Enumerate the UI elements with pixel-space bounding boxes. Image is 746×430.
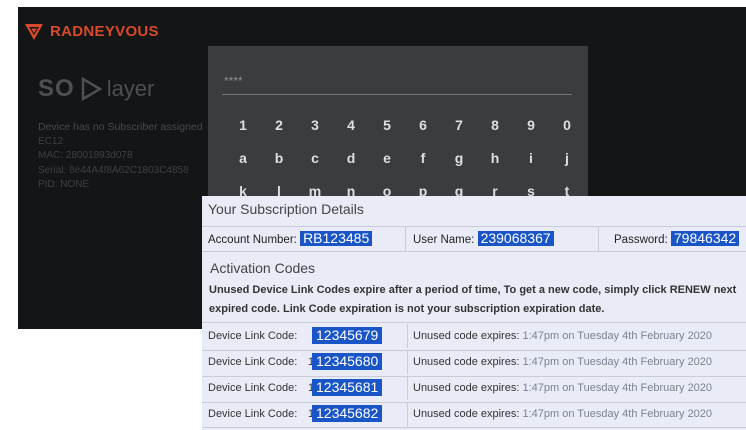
key[interactable]: g bbox=[446, 145, 472, 171]
app-logo: SO layer bbox=[38, 75, 154, 103]
key[interactable]: 9 bbox=[518, 112, 544, 138]
expiry-label: Unused code expires: bbox=[413, 356, 520, 368]
user-name-value: 239068367 bbox=[477, 231, 554, 246]
account-number-field: Account Number: RB123485 bbox=[208, 231, 373, 246]
code-expiry: Unused code expires: 1:47pm on Tuesday 4… bbox=[413, 408, 712, 420]
subscription-panel: Your Subscription Details Account Number… bbox=[202, 196, 746, 430]
expiry-value: 1:47pm on Tuesday 4th February 2020 bbox=[522, 356, 713, 368]
device-info: Device has no Subscriber assigned EC12 M… bbox=[38, 120, 228, 193]
key[interactable]: f bbox=[410, 145, 436, 171]
keyboard-row-letters-1: a b c d e f g h i j bbox=[230, 145, 590, 171]
expiry-label: Unused code expires: bbox=[413, 382, 520, 394]
expiry-value: 1:47pm on Tuesday 4th February 2020 bbox=[522, 330, 713, 342]
key[interactable]: 1 bbox=[230, 112, 256, 138]
key[interactable]: 3 bbox=[302, 112, 328, 138]
panel-title: Your Subscription Details bbox=[208, 201, 364, 217]
key[interactable]: a bbox=[230, 145, 256, 171]
key[interactable]: 7 bbox=[446, 112, 472, 138]
key[interactable]: 5 bbox=[374, 112, 400, 138]
account-number-value: RB123485 bbox=[300, 231, 373, 246]
key[interactable]: h bbox=[482, 145, 508, 171]
key[interactable]: d bbox=[338, 145, 364, 171]
app-logo-text-b: layer bbox=[106, 76, 155, 101]
brand-name: RADNEYVOUS bbox=[50, 22, 159, 40]
key[interactable]: 4 bbox=[338, 112, 364, 138]
divider bbox=[407, 350, 408, 374]
password-label: Password: bbox=[614, 234, 668, 246]
divider bbox=[202, 427, 746, 428]
key[interactable]: b bbox=[266, 145, 292, 171]
key[interactable]: 6 bbox=[410, 112, 436, 138]
divider bbox=[202, 322, 746, 323]
device-pid: PID: NONE bbox=[38, 179, 90, 190]
activation-codes-title: Activation Codes bbox=[210, 260, 316, 276]
link-code-label: Device Link Code: bbox=[208, 330, 298, 342]
key[interactable]: 0 bbox=[554, 112, 580, 138]
link-code-value: 12345681 bbox=[312, 379, 383, 396]
link-code-label: Device Link Code: bbox=[208, 356, 298, 368]
play-icon bbox=[81, 76, 103, 102]
keyboard-input-field[interactable]: **** bbox=[222, 68, 572, 95]
code-expiry: Unused code expires: 1:47pm on Tuesday 4… bbox=[413, 330, 712, 342]
key[interactable]: 8 bbox=[482, 112, 508, 138]
app-logo-text-a: SO bbox=[38, 75, 75, 102]
divider bbox=[407, 402, 408, 426]
expiry-label: Unused code expires: bbox=[413, 408, 520, 420]
expiry-label: Unused code expires: bbox=[413, 330, 520, 342]
code-row: Device Link Code: 12345679 Unused code e… bbox=[202, 324, 746, 348]
activation-description: Unused Device Link Codes expire after a … bbox=[209, 281, 746, 319]
expiry-value: 1:47pm on Tuesday 4th February 2020 bbox=[522, 408, 713, 420]
link-code-label: Device Link Code: bbox=[208, 408, 298, 420]
key[interactable]: i bbox=[518, 145, 544, 171]
user-name-label: User Name: bbox=[413, 234, 475, 246]
description-line: Unused Device Link Codes expire after a … bbox=[209, 284, 737, 296]
keyboard-input-text: **** bbox=[224, 74, 243, 88]
divider bbox=[405, 227, 406, 251]
brand-logo-icon bbox=[25, 24, 43, 40]
device-status: Device has no Subscriber assigned bbox=[38, 121, 203, 133]
code-row: Device Link Code: 1 12345680 Unused code… bbox=[202, 350, 746, 374]
key[interactable]: c bbox=[302, 145, 328, 171]
divider bbox=[598, 227, 599, 251]
account-number-label: Account Number: bbox=[208, 234, 297, 246]
code-row: Device Link Code: 1 12345682 Unused code… bbox=[202, 402, 746, 426]
code-expiry: Unused code expires: 1:47pm on Tuesday 4… bbox=[413, 356, 712, 368]
link-code-value: 12345682 bbox=[312, 405, 383, 422]
brand: RADNEYVOUS bbox=[24, 21, 159, 41]
code-expiry: Unused code expires: 1:47pm on Tuesday 4… bbox=[413, 382, 712, 394]
password-value: 79846342 bbox=[670, 231, 740, 246]
link-code-label: Device Link Code: bbox=[208, 382, 298, 394]
user-name-field: User Name: 239068367 bbox=[413, 231, 554, 246]
code-row: Device Link Code: 1 12345681 Unused code… bbox=[202, 376, 746, 400]
key[interactable]: 2 bbox=[266, 112, 292, 138]
expiry-value: 1:47pm on Tuesday 4th February 2020 bbox=[522, 382, 713, 394]
divider bbox=[202, 251, 746, 252]
password-field: Password: 79846342 bbox=[614, 231, 740, 246]
account-row: Account Number: RB123485 User Name: 2390… bbox=[202, 227, 746, 251]
keyboard-row-digits: 1 2 3 4 5 6 7 8 9 0 bbox=[230, 112, 590, 138]
link-code-value: 12345679 bbox=[312, 327, 383, 344]
device-serial: Serial: 8e44A4f8A62C1803C4858 bbox=[38, 164, 189, 176]
divider bbox=[407, 376, 408, 400]
key[interactable]: e bbox=[374, 145, 400, 171]
key[interactable]: j bbox=[554, 145, 580, 171]
device-model: EC12 bbox=[38, 135, 64, 147]
divider bbox=[407, 324, 408, 348]
device-mac: MAC: 28001893d078 bbox=[38, 150, 133, 161]
link-code-value: 12345680 bbox=[312, 353, 383, 370]
description-line: expired code. Link Code expiration is no… bbox=[209, 303, 605, 315]
